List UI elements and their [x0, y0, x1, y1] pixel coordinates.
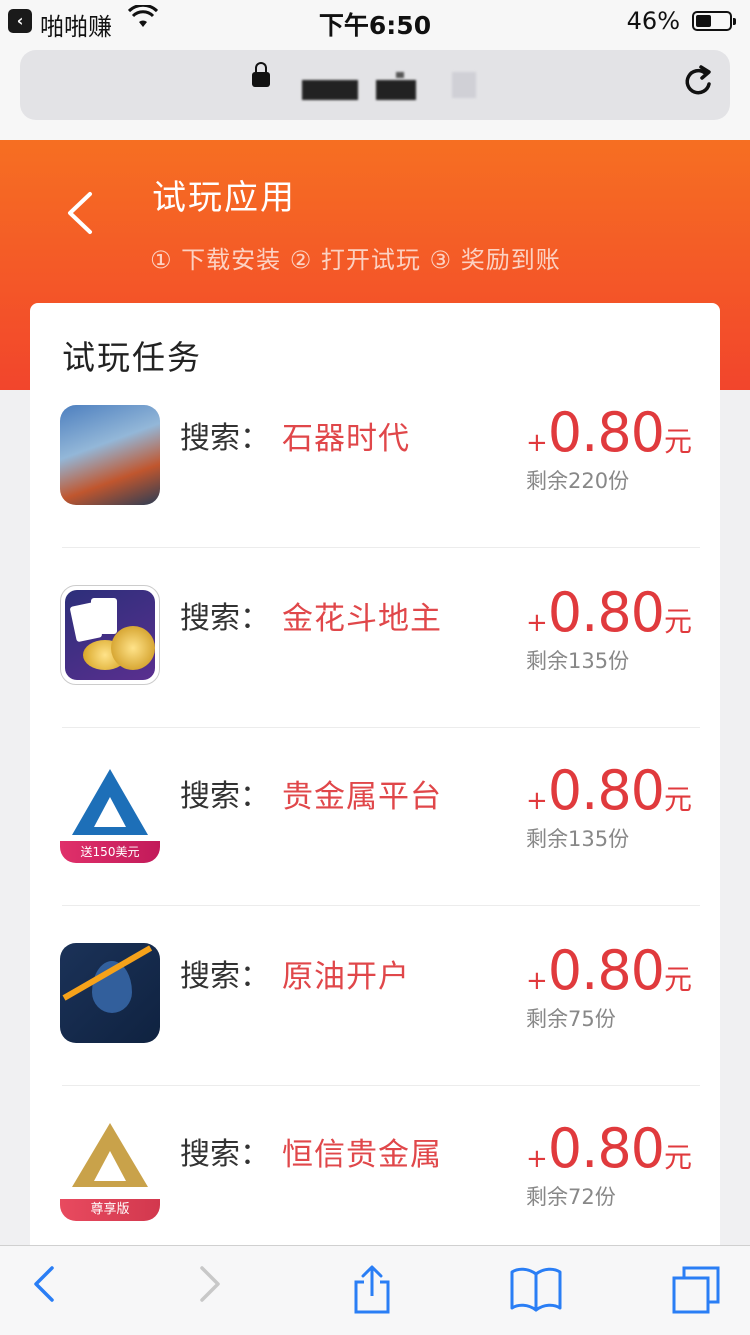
browser-address-area: [0, 42, 750, 141]
address-bar[interactable]: [20, 50, 730, 120]
search-keyword: 原油开户: [282, 959, 410, 995]
search-label: 搜索：: [180, 779, 270, 814]
chevron-left-icon: [34, 1266, 54, 1302]
page-title: 试玩应用: [152, 178, 296, 218]
task-item[interactable]: 搜索： 原油开户 +0.80元 剩余75份: [30, 939, 720, 1121]
browser-back-button[interactable]: [32, 1264, 56, 1315]
chevron-right-icon: [200, 1266, 220, 1302]
book-icon: [510, 1267, 562, 1312]
remaining-count: 剩余135份: [526, 827, 630, 851]
status-bar: ‹ 啪啪赚 下午6:50 46%: [0, 0, 750, 42]
task-item[interactable]: 搜索： 石器时代 +0.80元 剩余220份: [30, 401, 720, 583]
divider: [62, 905, 700, 906]
reward-unit: 元: [664, 783, 693, 816]
bookmarks-button[interactable]: [508, 1264, 562, 1312]
task-item[interactable]: 送150美元 搜索： 贵金属平台 +0.80元 剩余135份: [30, 759, 720, 941]
share-button[interactable]: [350, 1264, 394, 1314]
remaining-count: 剩余72份: [526, 1185, 616, 1209]
task-item[interactable]: 搜索： 金花斗地主 +0.80元 剩余135份: [30, 581, 720, 763]
search-keyword: 石器时代: [282, 421, 410, 457]
chevron-left-icon: [68, 192, 92, 234]
remaining-count: 剩余220份: [526, 469, 630, 493]
browser-toolbar: [0, 1245, 750, 1335]
reward: +0.80元: [526, 581, 692, 644]
url-redacted: [302, 70, 482, 102]
search-label: 搜索：: [180, 601, 270, 636]
reward-unit: 元: [664, 605, 693, 638]
remaining-count: 剩余75份: [526, 1007, 616, 1031]
reward-amount: 0.80: [547, 1117, 665, 1180]
reward: +0.80元: [526, 759, 692, 822]
reward-plus: +: [526, 786, 548, 816]
reward-amount: 0.80: [547, 581, 665, 644]
lock-icon: [252, 62, 270, 87]
share-icon: [354, 1265, 390, 1314]
app-icon-crude-oil: [60, 943, 160, 1043]
card-title: 试玩任务: [62, 338, 202, 377]
search-label: 搜索：: [180, 421, 270, 456]
app-icon-hengxin: 尊享版: [60, 1121, 160, 1221]
reward-amount: 0.80: [547, 939, 665, 1002]
reward: +0.80元: [526, 939, 692, 1002]
reload-icon[interactable]: [682, 64, 716, 109]
reward-plus: +: [526, 428, 548, 458]
battery-percent: 46%: [626, 7, 680, 35]
steps-hint: ① 下载安装 ② 打开试玩 ③ 奖励到账: [150, 246, 561, 274]
reward-unit: 元: [664, 963, 693, 996]
icon-badge: 尊享版: [60, 1199, 160, 1221]
reward-amount: 0.80: [547, 401, 665, 464]
app-icon-stone-age: [60, 405, 160, 505]
remaining-count: 剩余135份: [526, 649, 630, 673]
reward-amount: 0.80: [547, 759, 665, 822]
battery-icon: [692, 11, 736, 31]
search-keyword: 金花斗地主: [282, 601, 442, 637]
icon-badge: 送150美元: [60, 841, 160, 863]
reward: +0.80元: [526, 1117, 692, 1180]
reward-plus: +: [526, 966, 548, 996]
battery-fill: [696, 15, 711, 27]
back-button[interactable]: [64, 190, 94, 247]
app-icon-precious-metal: 送150美元: [60, 763, 160, 863]
search-keyword: 贵金属平台: [282, 779, 442, 815]
divider: [62, 547, 700, 548]
reward: +0.80元: [526, 401, 692, 464]
task-card: 试玩任务 搜索： 石器时代 +0.80元 剩余220份 搜索： 金花斗地主 +0…: [30, 303, 720, 1263]
tabs-icon: [672, 1266, 720, 1314]
reward-unit: 元: [664, 1141, 693, 1174]
reward-unit: 元: [664, 425, 693, 458]
browser-forward-button[interactable]: [198, 1264, 222, 1315]
search-label: 搜索：: [180, 959, 270, 994]
reward-plus: +: [526, 1144, 548, 1174]
divider: [62, 1085, 700, 1086]
search-label: 搜索：: [180, 1137, 270, 1172]
reward-plus: +: [526, 608, 548, 638]
app-icon-card-game: [60, 585, 160, 685]
task-item[interactable]: 尊享版 搜索： 恒信贵金属 +0.80元 剩余72份: [30, 1117, 720, 1263]
divider: [62, 727, 700, 728]
tabs-button[interactable]: [670, 1264, 720, 1314]
search-keyword: 恒信贵金属: [282, 1137, 442, 1173]
